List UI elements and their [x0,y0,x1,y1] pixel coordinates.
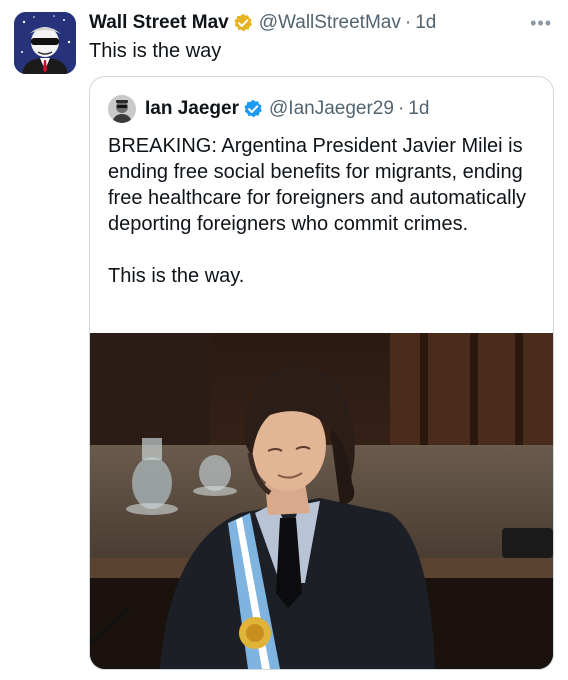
tweet-timestamp[interactable]: 1d [415,10,436,36]
separator-dot: · [404,12,412,33]
author-name[interactable]: Wall Street Mav [89,10,229,36]
quoted-author-handle[interactable]: @IanJaeger29 [269,96,394,122]
masked-avatar-icon [14,12,76,74]
milei-photo-image [90,333,553,669]
separator-dot: · [397,98,405,119]
quoted-tweet-text: BREAKING: Argentina President Javier Mil… [108,135,527,287]
quoted-tweet-header: Ian Jaeger @IanJaeger29 · 1d [108,95,429,123]
quoted-tweet-photo[interactable] [90,333,553,669]
verified-badge-icon [233,13,253,33]
verified-badge-icon [243,99,263,119]
author-avatar[interactable] [14,12,76,74]
tweet-text: This is the way [89,40,222,62]
quoted-author-name[interactable]: Ian Jaeger [145,96,239,122]
author-handle[interactable]: @WallStreetMav [259,10,401,36]
quoted-tweet-timestamp[interactable]: 1d [408,96,429,122]
more-options-icon[interactable]: ••• [530,14,552,32]
quoted-author-avatar[interactable] [108,95,136,123]
tweet-header: Wall Street Mav @WallStreetMav · 1d [89,10,436,36]
quoted-tweet-card[interactable]: Ian Jaeger @IanJaeger29 · 1d BREAKING: A… [89,76,554,670]
